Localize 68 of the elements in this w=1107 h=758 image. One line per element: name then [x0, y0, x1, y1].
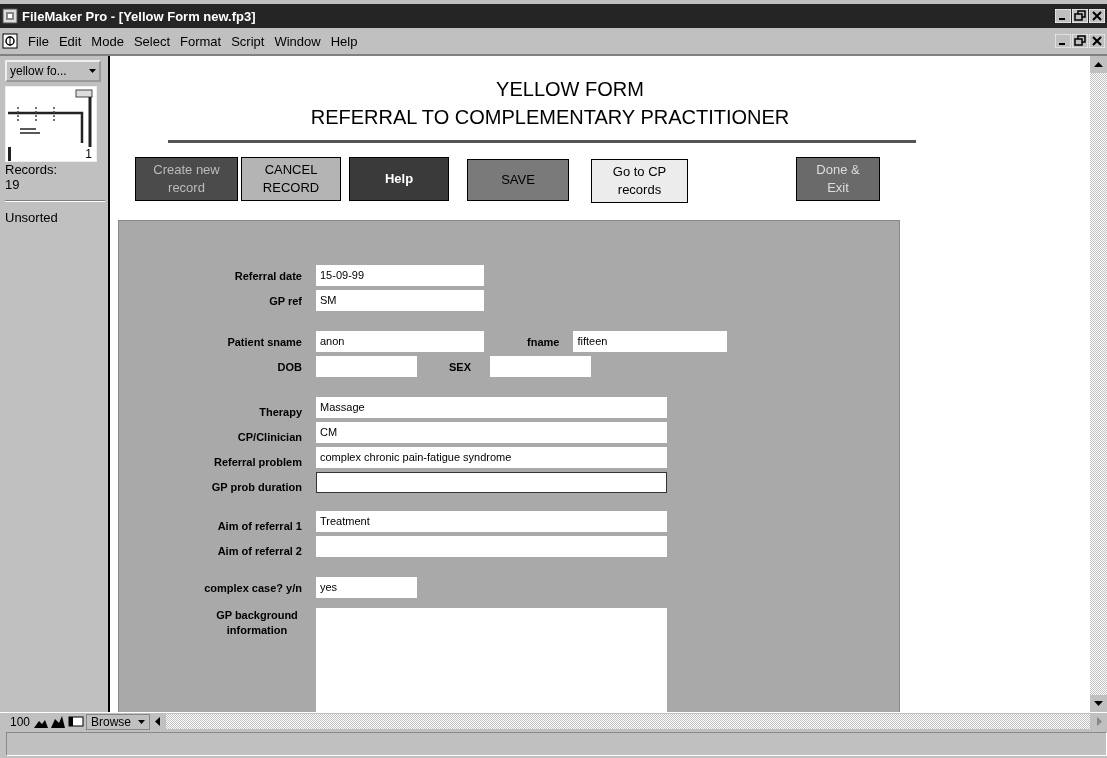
input-field[interactable] — [316, 536, 667, 557]
restore-icon[interactable] — [1072, 9, 1088, 23]
menu-item[interactable]: Mode — [91, 33, 124, 49]
close-icon[interactable] — [1089, 34, 1105, 48]
document-icon[interactable] — [2, 33, 18, 49]
field-label: fname — [527, 335, 560, 348]
field-label: SEX — [449, 360, 471, 373]
window-title: FileMaker Pro - [Yellow Form new.fp3] — [22, 8, 256, 24]
input-field[interactable] — [316, 356, 417, 377]
zoom-level[interactable]: 100 — [8, 714, 33, 729]
status-area-icon[interactable] — [67, 714, 86, 729]
restore-icon[interactable] — [1072, 34, 1088, 48]
horizontal-scrollbar[interactable] — [166, 714, 1090, 729]
field-label: GP prob duration — [210, 481, 302, 493]
field-label: Referral date — [233, 269, 302, 282]
records-count: 19 — [5, 177, 21, 192]
mode-dropdown[interactable]: Browse — [86, 713, 151, 730]
input-field[interactable] — [490, 356, 591, 377]
input-field[interactable]: anon — [316, 331, 484, 352]
input-field[interactable]: complex chronic pain-fatigue syndrome — [316, 447, 667, 468]
input-field[interactable]: CM — [316, 422, 667, 443]
record-number: 1 — [85, 147, 92, 161]
input-field[interactable]: fifteen — [573, 331, 728, 352]
field-label: Referral problem — [212, 456, 302, 468]
field-label: DOB — [276, 360, 302, 373]
form-button[interactable]: SAVE — [467, 159, 569, 201]
field-label: GP ref — [268, 294, 302, 307]
field-label: CP/Clinician — [236, 431, 302, 443]
records-label: Records: — [5, 162, 59, 177]
menu-item[interactable]: Edit — [58, 33, 82, 49]
layout-dropdown[interactable]: yellow fo... — [5, 60, 101, 82]
sort-status: Unsorted — [5, 210, 59, 225]
minimize-icon[interactable] — [1055, 34, 1071, 48]
field-label: Therapy — [258, 406, 302, 418]
form-button[interactable]: Done & Exit — [796, 157, 880, 201]
caret-icon — [138, 719, 146, 724]
field-label: GP background information — [215, 608, 299, 638]
record-book[interactable]: 1 — [5, 86, 97, 162]
field-label: Aim of referral 1 — [216, 520, 302, 532]
field-label: complex case? y/n — [203, 581, 302, 594]
menu-item[interactable]: Window — [274, 33, 321, 49]
field-label: Aim of referral 2 — [216, 545, 302, 557]
minimize-icon[interactable] — [1055, 9, 1071, 23]
menu-item[interactable]: Script — [231, 33, 265, 49]
input-field[interactable]: Treatment — [316, 511, 667, 532]
form-button[interactable]: CANCEL RECORD — [241, 157, 341, 201]
input-field[interactable] — [316, 472, 667, 493]
menu-item[interactable]: Select — [133, 33, 171, 49]
field-label: Patient sname — [226, 335, 302, 348]
scroll-down-icon[interactable] — [1090, 695, 1107, 712]
input-field[interactable]: SM — [316, 290, 484, 311]
form-button[interactable]: Create new record — [135, 157, 238, 201]
input-field[interactable]: yes — [316, 577, 417, 598]
vertical-scrollbar[interactable] — [1090, 56, 1107, 712]
input-field[interactable]: Massage — [316, 397, 667, 418]
menu-item[interactable]: File — [28, 33, 49, 49]
form-subtitle: REFERRAL TO COMPLEMENTARY PRACTITIONER — [310, 106, 790, 129]
form-button[interactable]: Go to CP records — [591, 159, 688, 203]
input-field[interactable]: 15-09-99 — [316, 265, 484, 286]
input-field[interactable] — [316, 608, 667, 712]
app-icon — [2, 8, 18, 24]
form-title: YELLOW FORM — [496, 78, 644, 101]
scroll-up-icon[interactable] — [1090, 56, 1107, 73]
close-icon[interactable] — [1089, 9, 1105, 23]
menu-item[interactable]: Help — [330, 33, 358, 49]
caret-icon — [89, 69, 96, 73]
menu-item[interactable]: Format — [180, 33, 222, 49]
form-button[interactable]: Help — [349, 157, 449, 201]
